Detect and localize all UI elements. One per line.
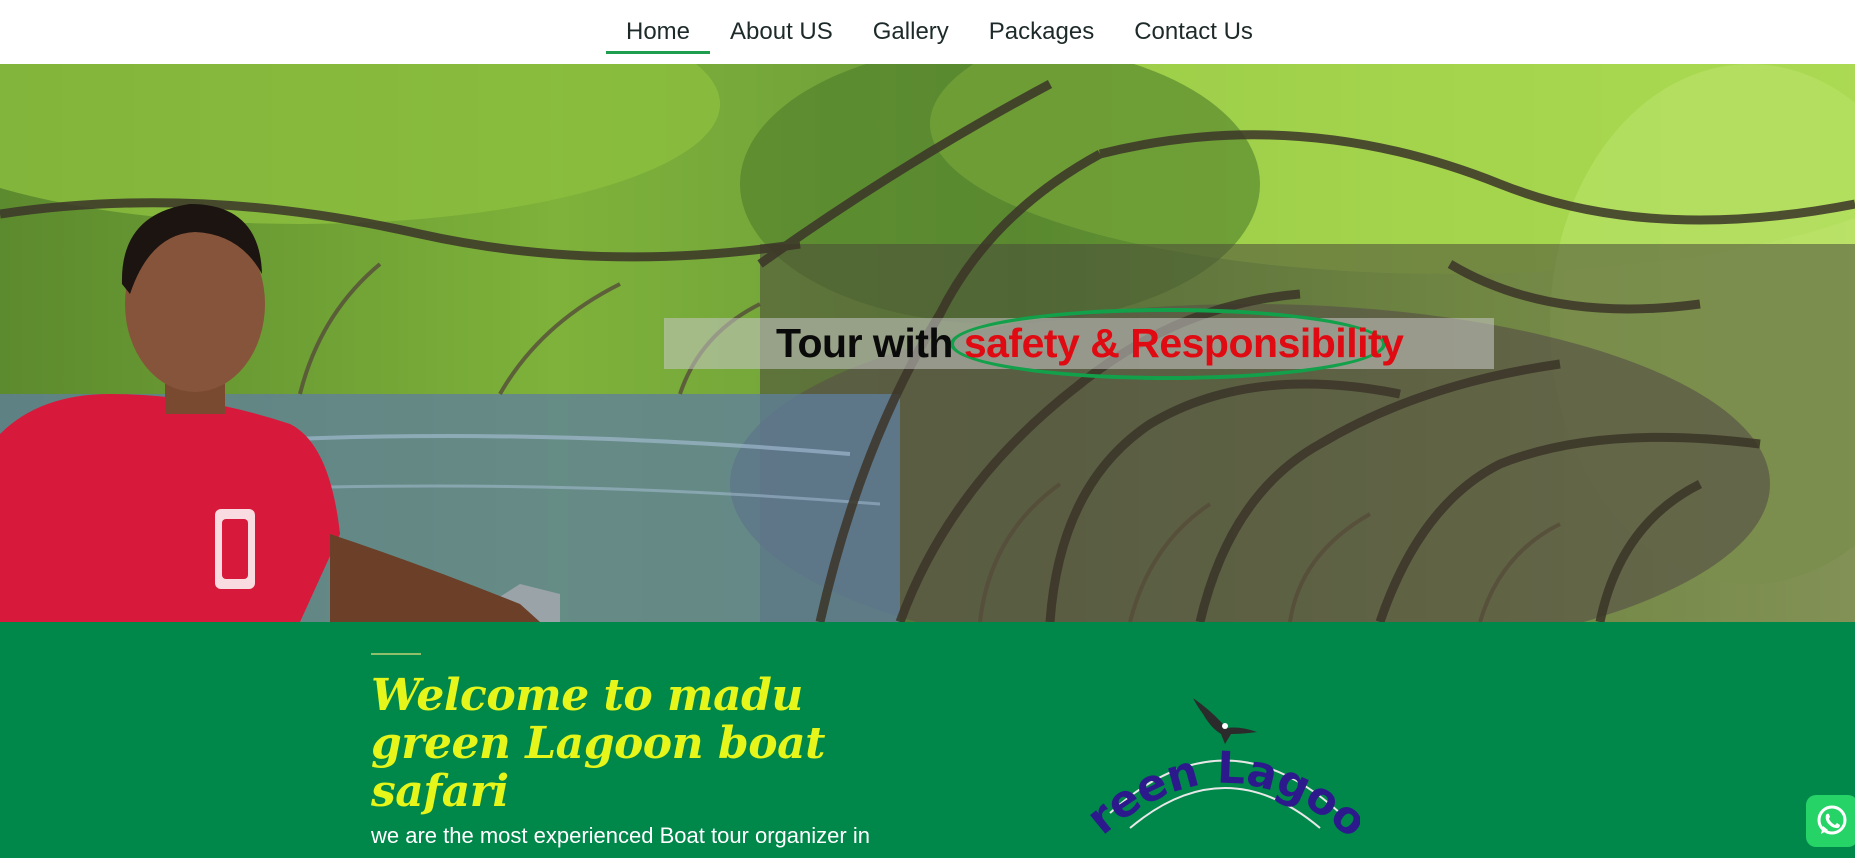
- nav-about-us[interactable]: About US: [710, 0, 853, 54]
- main-nav: Home About US Gallery Packages Contact U…: [606, 0, 1273, 64]
- whatsapp-icon: [1817, 805, 1847, 835]
- nav-gallery[interactable]: Gallery: [853, 0, 969, 54]
- hero-tagline: Tour with safety & Responsibility: [776, 318, 1404, 369]
- welcome-body: we are the most experienced Boat tour or…: [371, 823, 870, 848]
- nav-contact-us[interactable]: Contact Us: [1114, 0, 1273, 54]
- logo-wordmark: Green Lagoon: [1090, 718, 1360, 838]
- tagline-plain: Tour with: [776, 320, 964, 366]
- tagline-accent: safety & Responsibility: [963, 320, 1404, 366]
- whatsapp-button[interactable]: [1806, 795, 1855, 847]
- top-navbar: Home About US Gallery Packages Contact U…: [0, 0, 1855, 64]
- welcome-title: Welcome to madu green Lagoon boat safari: [371, 670, 825, 817]
- green-lagoon-logo: Green Lagoon: [1080, 688, 1370, 858]
- welcome-section: Welcome to madu green Lagoon boat safari…: [0, 622, 1855, 858]
- svg-text:Green Lagoon: Green Lagoon: [1090, 718, 1360, 838]
- nav-home[interactable]: Home: [606, 0, 711, 54]
- nav-packages[interactable]: Packages: [969, 0, 1114, 54]
- title-divider: [371, 653, 421, 655]
- hero-banner: Tour with safety & Responsibility: [0, 64, 1855, 622]
